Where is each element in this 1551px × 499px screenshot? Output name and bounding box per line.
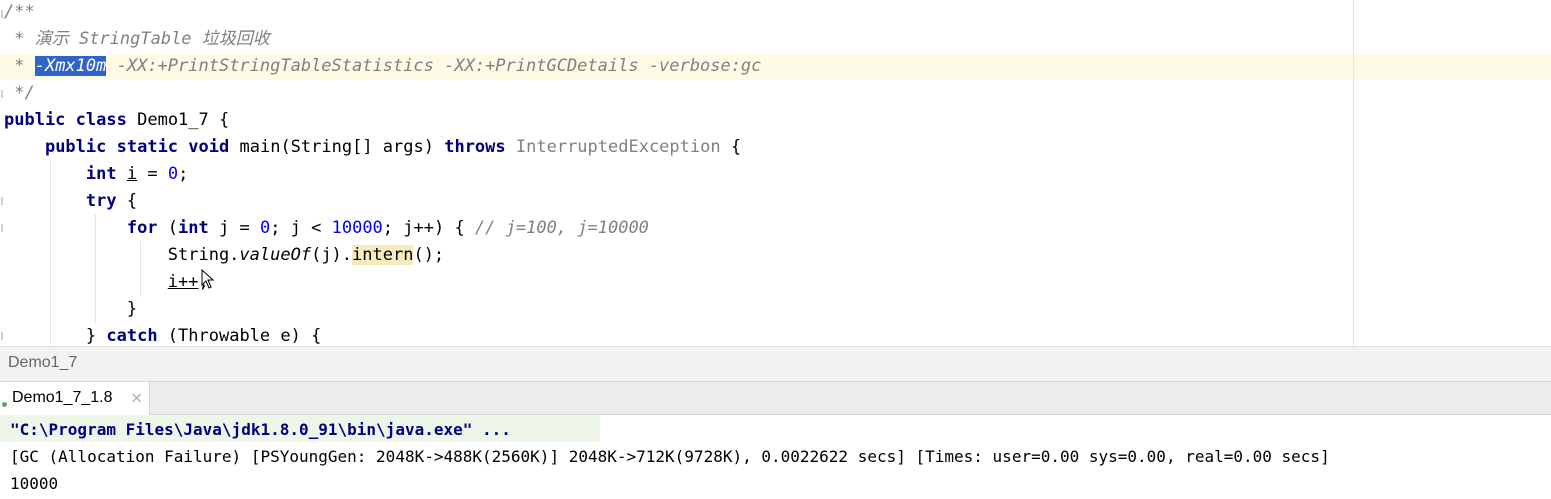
run-console-output[interactable]: "C:\Program Files\Java\jdk1.8.0_91\bin\j… — [0, 415, 1551, 499]
keyword: public — [4, 110, 66, 130]
code-text: (Throwable e) { — [157, 326, 322, 346]
line-comment: // j=100, j=10000 — [474, 218, 649, 238]
code-text: ; j < — [270, 218, 332, 238]
keyword: class — [75, 110, 127, 130]
mouse-cursor-icon — [201, 269, 215, 289]
doc-comment-text: 演示 StringTable 垃圾回收 — [34, 29, 270, 49]
fold-marker[interactable] — [1, 224, 3, 232]
run-tab[interactable]: Demo1_7_1.8 × — [0, 382, 150, 415]
fold-marker[interactable] — [1, 90, 3, 98]
keyword: void — [188, 137, 230, 157]
doc-comment-star: * — [4, 56, 35, 76]
fold-marker[interactable] — [1, 10, 3, 18]
number-literal: 0 — [259, 218, 271, 238]
console-gc-log-line: [GC (Allocation Failure) [PSYoungGen: 20… — [10, 447, 1330, 466]
keyword: for — [126, 218, 158, 238]
local-variable: i++ — [167, 272, 199, 292]
close-icon[interactable]: × — [130, 388, 143, 407]
keyword: int — [178, 218, 209, 238]
code-line-1: /** — [4, 0, 35, 26]
operator: = — [137, 164, 168, 184]
fold-marker[interactable] — [1, 332, 3, 340]
run-tool-window-tabs: Demo1_7_1.8 × — [0, 381, 1551, 415]
code-text: String. — [167, 245, 240, 265]
keyword: try — [85, 191, 117, 211]
selected-text[interactable]: -Xmx10m — [34, 56, 107, 76]
code-line-8: try { — [4, 188, 137, 215]
code-line-11: i++; — [4, 269, 209, 296]
brace: { — [730, 137, 742, 157]
class-name: Demo1_7 { — [137, 110, 230, 130]
code-line-10: String.valueOf(j).intern(); — [4, 242, 444, 269]
code-line-4: */ — [4, 80, 35, 107]
keyword: static — [116, 137, 179, 157]
semicolon: ; — [178, 164, 189, 184]
code-line-9: for (int j = 0; j < 10000; j++) { // j=1… — [4, 215, 649, 242]
brace: } — [126, 299, 138, 319]
code-text: (j). — [311, 245, 353, 265]
number-literal: 10000 — [331, 218, 383, 238]
code-line-2: * 演示 StringTable 垃圾回收 — [4, 26, 270, 53]
console-output-line: 10000 — [10, 474, 59, 493]
static-method: valueOf — [239, 245, 312, 265]
code-line-5: public class Demo1_7 { — [4, 107, 229, 134]
code-text: ( — [157, 218, 179, 238]
local-variable: i — [126, 164, 138, 184]
code-text: j = — [208, 218, 260, 238]
keyword: catch — [106, 326, 158, 346]
doc-comment-open: /** — [4, 2, 35, 22]
exception-type: InterruptedException — [515, 137, 721, 157]
code-text: (); — [413, 245, 445, 265]
brace: } — [85, 326, 107, 346]
code-line-3: * -Xmx10m -XX:+PrintStringTableStatistic… — [4, 53, 761, 80]
right-margin-guide — [1353, 0, 1354, 346]
keyword: public — [44, 137, 107, 157]
brace: { — [116, 191, 138, 211]
console-command-line: "C:\Program Files\Java\jdk1.8.0_91\bin\j… — [10, 420, 511, 439]
keyword: throws — [444, 137, 506, 157]
method-call-highlighted: intern — [352, 245, 414, 265]
method-signature: main(String[] args) — [239, 137, 434, 157]
code-editor[interactable]: /** * 演示 StringTable 垃圾回收 * -Xmx10m -XX:… — [0, 0, 1551, 346]
code-text: ; j++) { — [382, 218, 475, 238]
breadcrumb-item-class[interactable]: Demo1_7 — [8, 354, 77, 372]
keyword: int — [85, 164, 117, 184]
doc-comment-jvm-options: -XX:+PrintStringTableStatistics -XX:+Pri… — [106, 56, 762, 76]
breadcrumb: Demo1_7 — [0, 346, 1551, 381]
running-status-icon — [2, 402, 7, 407]
code-line-12: } — [4, 296, 137, 323]
doc-comment-close: */ — [4, 83, 35, 103]
number-literal: 0 — [167, 164, 179, 184]
fold-marker[interactable] — [1, 197, 3, 205]
code-line-7: int i = 0; — [4, 161, 188, 188]
run-tab-label: Demo1_7_1.8 — [12, 389, 113, 406]
code-line-6: public static void main(String[] args) t… — [4, 134, 741, 161]
doc-comment-star: * — [4, 29, 35, 49]
code-line-13: } catch (Throwable e) { — [4, 323, 321, 346]
